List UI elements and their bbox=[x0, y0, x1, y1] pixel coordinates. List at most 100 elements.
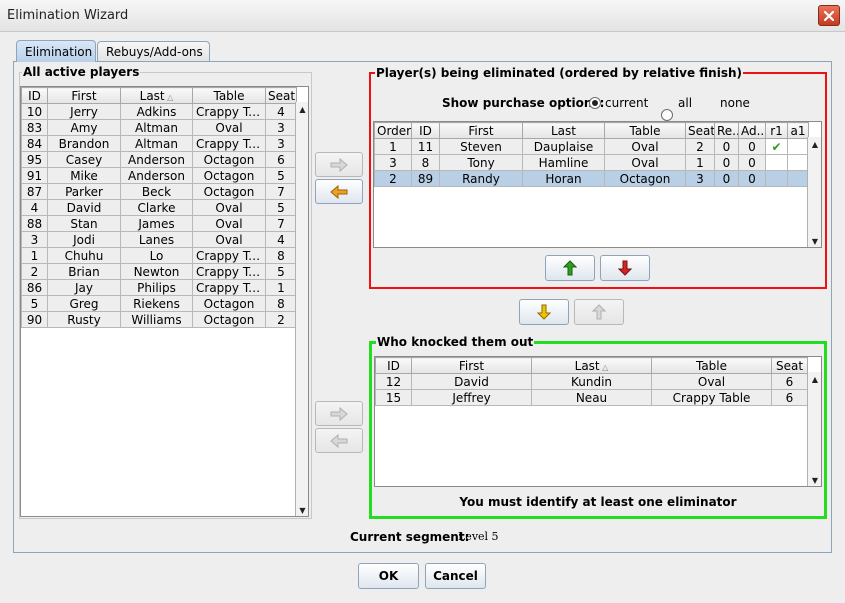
column-header[interactable]: Last △ bbox=[531, 357, 652, 374]
column-header[interactable]: Table bbox=[192, 87, 266, 104]
column-header[interactable]: Table bbox=[651, 357, 772, 374]
column-header[interactable]: ID bbox=[411, 122, 440, 139]
arrow-right-icon bbox=[330, 157, 348, 172]
tab-rebuys-addons-label: Rebuys/Add-ons bbox=[106, 45, 203, 59]
column-header[interactable]: Seat bbox=[771, 357, 808, 374]
column-header[interactable]: ID bbox=[21, 87, 48, 104]
table-row[interactable]: 95 Casey Anderson Octagon 6 bbox=[21, 151, 297, 168]
cancel-button[interactable]: Cancel bbox=[425, 563, 486, 589]
close-button[interactable] bbox=[818, 5, 840, 26]
scroll-up-icon[interactable]: ▲ bbox=[808, 137, 821, 151]
table-row[interactable]: 4 David Clarke Oval 5 bbox=[21, 199, 297, 216]
scroll-down-icon[interactable]: ▼ bbox=[808, 234, 821, 247]
active-players-scrollbar[interactable]: ▲ ▼ bbox=[295, 102, 308, 516]
table-row[interactable]: 15 Jeffrey Neau Crappy Table 6 bbox=[375, 389, 808, 406]
column-header[interactable]: a1 bbox=[787, 122, 809, 139]
table-cell: Octagon bbox=[192, 167, 266, 184]
active-players-title: All active players bbox=[22, 65, 141, 79]
table-cell: Jay bbox=[47, 279, 121, 296]
table-cell: 90 bbox=[21, 311, 48, 328]
purchase-none-label: none bbox=[720, 96, 750, 110]
table-row[interactable]: 2 89 Randy Horan Octagon 3 0 0 bbox=[374, 170, 809, 187]
column-header[interactable]: Last △ bbox=[120, 87, 193, 104]
move-left-button[interactable] bbox=[315, 179, 363, 204]
arrow-right-icon bbox=[330, 406, 348, 421]
table-cell: Anderson bbox=[120, 151, 193, 168]
table-cell: 0 bbox=[714, 154, 739, 171]
table-cell: 8 bbox=[265, 247, 297, 264]
table-row[interactable]: 84 Brandon Altman Crappy Ta... 3 bbox=[21, 135, 297, 152]
column-header[interactable]: Table bbox=[604, 122, 686, 139]
tab-elimination[interactable]: Elimination bbox=[16, 40, 96, 62]
column-header[interactable]: Order bbox=[374, 122, 412, 139]
table-cell: James bbox=[120, 215, 193, 232]
ok-button[interactable]: OK bbox=[358, 563, 419, 589]
table-cell: 89 bbox=[411, 170, 440, 187]
column-header[interactable]: ID bbox=[375, 357, 412, 374]
table-cell: Anderson bbox=[120, 167, 193, 184]
table-cell: Mike bbox=[47, 167, 121, 184]
table-cell: Tony bbox=[439, 154, 523, 171]
add-eliminator-button[interactable] bbox=[519, 299, 569, 325]
table-row[interactable]: 10 Jerry Adkins Crappy Ta... 4 bbox=[21, 103, 297, 120]
eliminators-scrollbar[interactable]: ▲ ▼ bbox=[807, 372, 821, 486]
table-cell: 1 bbox=[374, 138, 412, 155]
table-row[interactable]: 87 Parker Beck Octagon 7 bbox=[21, 183, 297, 200]
table-row[interactable]: 90 Rusty Williams Octagon 2 bbox=[21, 311, 297, 328]
table-row[interactable]: 91 Mike Anderson Octagon 5 bbox=[21, 167, 297, 184]
move-up-button[interactable] bbox=[545, 255, 595, 281]
column-header[interactable]: Seat bbox=[685, 122, 715, 139]
move-right-button[interactable] bbox=[315, 152, 363, 177]
table-cell: Newton bbox=[120, 263, 193, 280]
purchase-current-radio[interactable] bbox=[589, 97, 601, 109]
table-row[interactable]: 2 Brian Newton Crappy Ta... 5 bbox=[21, 263, 297, 280]
purchase-options-label: Show purchase options: bbox=[442, 96, 605, 110]
table-row[interactable]: 1 11 Steven Dauplaise Oval 2 0 0 ✔ bbox=[374, 138, 809, 155]
table-row[interactable]: 83 Amy Altman Oval 3 bbox=[21, 119, 297, 136]
column-header[interactable]: First bbox=[411, 357, 532, 374]
table-cell: Randy bbox=[439, 170, 523, 187]
column-header[interactable]: Ad... bbox=[738, 122, 766, 139]
table-row[interactable]: 86 Jay Philips Crappy Ta... 1 bbox=[21, 279, 297, 296]
table-cell: 2 bbox=[21, 263, 48, 280]
eliminated-scrollbar[interactable]: ▲ ▼ bbox=[807, 137, 821, 247]
arrow-down-icon bbox=[537, 304, 551, 320]
tab-rebuys-addons[interactable]: Rebuys/Add-ons bbox=[97, 41, 210, 62]
table-cell: Clarke bbox=[120, 199, 193, 216]
table-cell: Steven bbox=[439, 138, 523, 155]
column-header[interactable]: Last bbox=[522, 122, 605, 139]
scroll-down-icon[interactable]: ▼ bbox=[808, 473, 821, 486]
scroll-up-icon[interactable]: ▲ bbox=[808, 372, 821, 386]
column-header[interactable]: First bbox=[439, 122, 523, 139]
table-row[interactable]: 3 8 Tony Hamline Oval 1 0 0 bbox=[374, 154, 809, 171]
move-down-button[interactable] bbox=[600, 255, 650, 281]
table-row[interactable]: 88 Stan James Oval 7 bbox=[21, 215, 297, 232]
purchase-all-radio[interactable] bbox=[661, 109, 673, 121]
scroll-up-icon[interactable]: ▲ bbox=[296, 102, 308, 116]
table-cell: 3 bbox=[21, 231, 48, 248]
scroll-down-icon[interactable]: ▼ bbox=[296, 503, 308, 516]
table-cell: 5 bbox=[265, 167, 297, 184]
column-header[interactable]: Re... bbox=[714, 122, 739, 139]
table-row[interactable]: 1 Chuhu Lo Crappy Ta... 8 bbox=[21, 247, 297, 264]
column-header[interactable]: r1 bbox=[765, 122, 788, 139]
table-cell: 83 bbox=[21, 119, 48, 136]
column-header[interactable]: Seat bbox=[265, 87, 297, 104]
eliminator-move-left-button[interactable] bbox=[315, 428, 363, 453]
remove-eliminator-button[interactable] bbox=[574, 299, 624, 325]
table-cell: Oval bbox=[192, 215, 266, 232]
column-header[interactable]: First bbox=[47, 87, 121, 104]
purchase-current-label: current bbox=[605, 96, 649, 110]
table-cell: 7 bbox=[265, 215, 297, 232]
table-row[interactable]: 12 David Kundin Oval 6 bbox=[375, 373, 808, 390]
table-row[interactable]: 5 Greg Riekens Octagon 8 bbox=[21, 295, 297, 312]
eliminator-move-right-button[interactable] bbox=[315, 401, 363, 426]
table-cell: Jerry bbox=[47, 103, 121, 120]
table-row[interactable]: 3 Jodi Lanes Oval 4 bbox=[21, 231, 297, 248]
table-cell: Brandon bbox=[47, 135, 121, 152]
table-cell: Casey bbox=[47, 151, 121, 168]
window-title: Elimination Wizard bbox=[7, 8, 129, 23]
table-cell: 0 bbox=[714, 138, 739, 155]
column-header-label: Ad... bbox=[741, 123, 766, 138]
table-cell: Oval bbox=[604, 138, 686, 155]
